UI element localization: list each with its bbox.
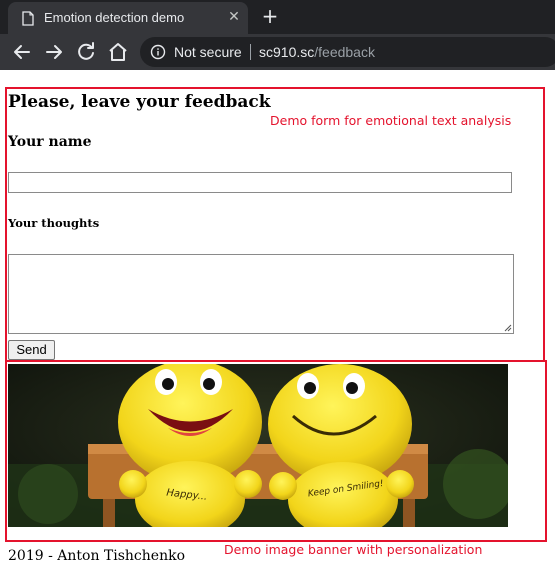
banner-annotation-label: Demo image banner with personalization xyxy=(224,542,483,557)
browser-tab[interactable]: Emotion detection demo ✕ xyxy=(8,2,248,34)
address-bar[interactable]: Not secure sc910.sc/feedback xyxy=(140,37,555,67)
arrow-right-icon[interactable] xyxy=(42,40,66,64)
document-icon xyxy=(22,11,34,26)
url-divider xyxy=(250,44,251,60)
security-status: Not secure xyxy=(174,44,242,60)
home-icon[interactable] xyxy=(106,40,130,64)
form-annotation-label: Demo form for emotional text analysis xyxy=(270,113,512,128)
url-text[interactable]: sc910.sc/feedback xyxy=(259,44,375,60)
url-path: /feedback xyxy=(314,44,375,60)
url-host: sc910.sc xyxy=(259,44,315,60)
tab-title: Emotion detection demo xyxy=(44,10,185,25)
tab-strip: Emotion detection demo ✕ + xyxy=(0,0,555,34)
close-tab-icon[interactable]: ✕ xyxy=(226,9,242,25)
reload-icon[interactable] xyxy=(74,40,98,64)
banner-annotation-box xyxy=(5,360,547,542)
info-icon[interactable] xyxy=(150,44,166,60)
browser-toolbar: Not secure sc910.sc/feedback xyxy=(0,34,555,70)
form-annotation-box xyxy=(5,87,545,362)
footer-text: 2019 - Anton Tishchenko xyxy=(8,548,185,564)
new-tab-icon[interactable]: + xyxy=(260,6,280,26)
arrow-left-icon[interactable] xyxy=(10,40,34,64)
